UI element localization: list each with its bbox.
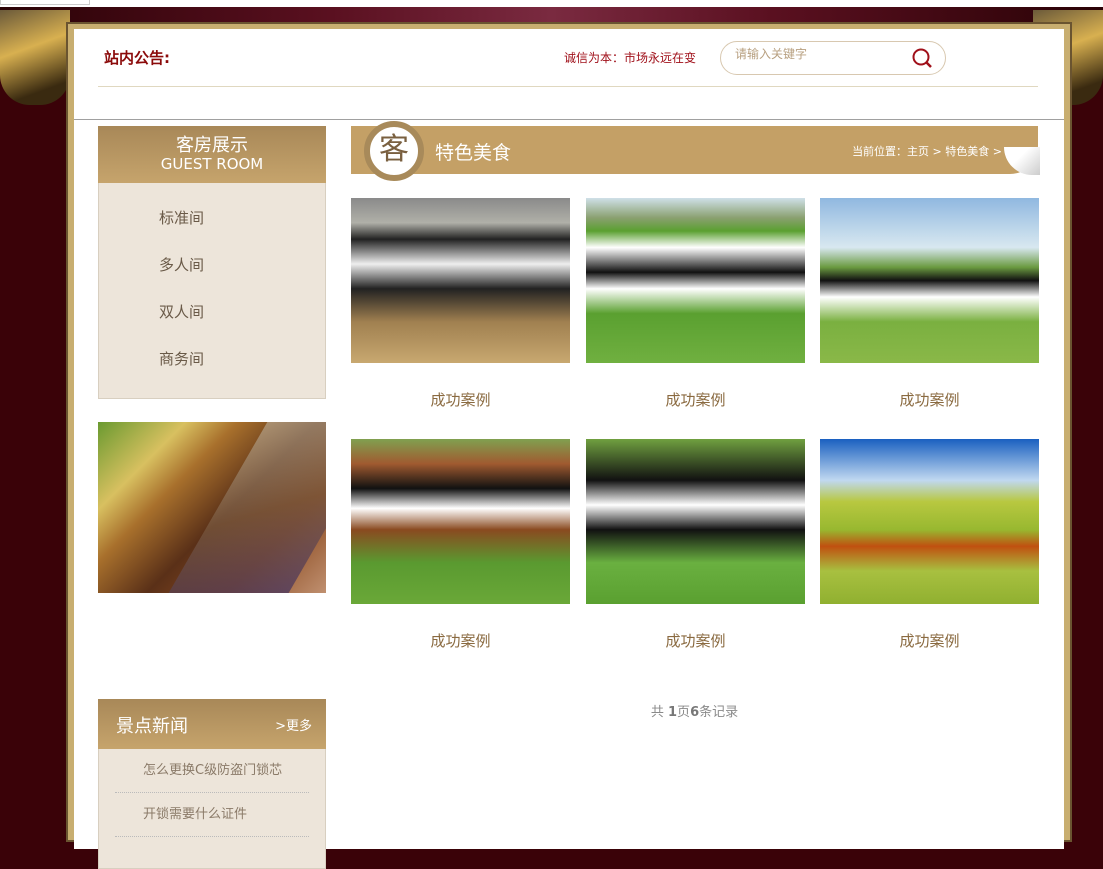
news-item[interactable]: 开锁需要什么证件: [115, 793, 309, 837]
news-list: 怎么更换C级防盗门锁芯 开锁需要什么证件: [98, 749, 326, 869]
cow-image[interactable]: [351, 439, 570, 604]
cow-image[interactable]: [820, 439, 1039, 604]
page-count: 1: [668, 705, 678, 720]
sidebar-subtitle: GUEST ROOM: [160, 155, 264, 173]
gallery-item: 成功案例: [351, 198, 570, 410]
gallery-item: 成功案例: [586, 198, 805, 410]
pager-text: 共: [650, 705, 668, 720]
gallery-item: 成功案例: [820, 198, 1039, 410]
promo-image[interactable]: [98, 422, 326, 593]
content-area: 站内公告: 诚信为本：市场永远在变 客房展示 GUEST ROOM 标准间 多人…: [74, 29, 1064, 869]
section-header: 特色美食 当前位置：主页 > 特色美食 >: [351, 126, 1038, 174]
news-title: 景点新闻: [116, 716, 188, 737]
divider: [74, 119, 1064, 120]
pagination-info: 共 1页6条记录: [351, 701, 1038, 720]
sidebar-item[interactable]: 标准间: [99, 195, 325, 242]
guest-room-header: 客房展示 GUEST ROOM: [98, 126, 326, 183]
section-title: 特色美食: [435, 142, 512, 164]
sidebar-title: 客房展示: [176, 135, 248, 156]
search-icon[interactable]: [911, 47, 933, 69]
section-badge: 客: [364, 121, 424, 181]
pager-text: 页: [677, 705, 691, 720]
sidebar-item[interactable]: 商务间: [99, 336, 325, 383]
gallery-caption[interactable]: 成功案例: [351, 630, 570, 651]
cow-image[interactable]: [351, 198, 570, 363]
search-box: [720, 41, 946, 75]
tassel-left-decoration: [0, 10, 70, 105]
gallery-item: 成功案例: [586, 439, 805, 651]
pager-text: 条记录: [699, 705, 739, 720]
gallery-item: 成功案例: [820, 439, 1039, 651]
cow-image[interactable]: [586, 439, 805, 604]
notice-marquee[interactable]: 诚信为本：市场永远在变: [564, 49, 719, 66]
gallery-caption[interactable]: 成功案例: [820, 389, 1039, 410]
gallery-item: 成功案例: [351, 439, 570, 651]
search-input[interactable]: [735, 47, 895, 61]
sidebar-item[interactable]: 多人间: [99, 242, 325, 289]
notice-label: 站内公告:: [104, 49, 170, 67]
sidebar-item[interactable]: 双人间: [99, 289, 325, 336]
divider: [98, 86, 1038, 87]
guest-room-list: 标准间 多人间 双人间 商务间: [98, 183, 326, 399]
gallery-caption[interactable]: 成功案例: [820, 630, 1039, 651]
record-count: 6: [690, 705, 700, 720]
news-more-link[interactable]: >更多: [275, 715, 312, 734]
cow-image[interactable]: [820, 198, 1039, 363]
news-item[interactable]: 怎么更换C级防盗门锁芯: [115, 749, 309, 793]
browser-strip: [0, 0, 1103, 7]
breadcrumb[interactable]: 当前位置：主页 > 特色美食 >: [852, 143, 1002, 159]
gallery-caption[interactable]: 成功案例: [586, 389, 805, 410]
cow-image[interactable]: [586, 198, 805, 363]
news-header: 景点新闻 >更多: [98, 699, 326, 749]
gallery-caption[interactable]: 成功案例: [351, 389, 570, 410]
gallery-caption[interactable]: 成功案例: [586, 630, 805, 651]
